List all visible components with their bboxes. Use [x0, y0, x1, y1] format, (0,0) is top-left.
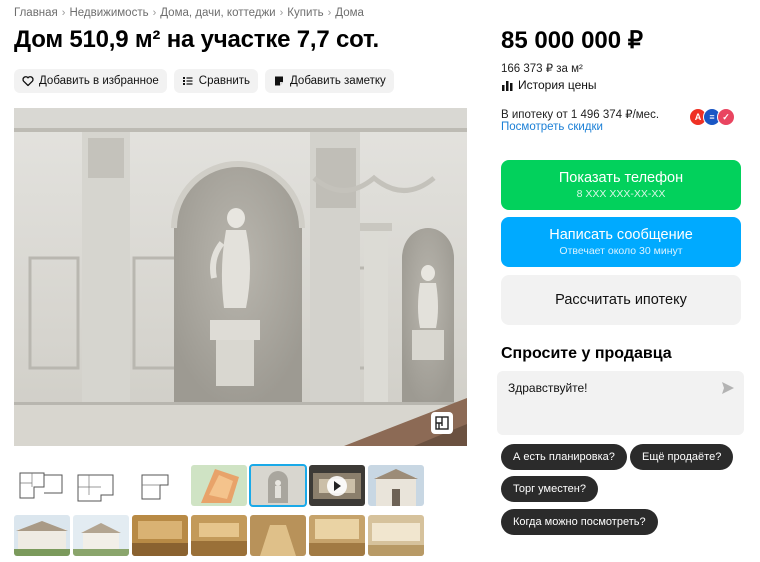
thumbnail-interior-5[interactable]	[368, 515, 424, 556]
thumb-row-1	[14, 464, 434, 507]
question-chip-still-selling[interactable]: Ещё продаёте?	[630, 444, 734, 470]
send-icon[interactable]	[721, 381, 735, 395]
response-time: Отвечает около 30 минут	[559, 245, 683, 257]
ask-seller-input[interactable]: Здравствуйте!	[497, 371, 744, 435]
compare-icon	[182, 75, 194, 87]
thumbnail-exterior-3[interactable]	[73, 515, 129, 556]
thumbnail-interior-3[interactable]	[250, 515, 306, 556]
compare-button[interactable]: Сравнить	[173, 69, 259, 93]
breadcrumb-realty[interactable]: Недвижимость	[69, 7, 148, 19]
phone-number-masked: 8 XXX XXX-XX-XX	[576, 188, 666, 200]
breadcrumb-home[interactable]: Главная	[14, 7, 58, 19]
thumbnail-exterior-1[interactable]	[368, 465, 424, 506]
breadcrumb-buy[interactable]: Купить	[287, 7, 323, 19]
question-chip-bargain[interactable]: Торг уместен?	[501, 476, 598, 502]
calculate-mortgage-button[interactable]: Рассчитать ипотеку	[501, 275, 741, 325]
floorplan-view-button[interactable]	[431, 412, 453, 434]
chevron-right-icon: ›	[152, 7, 157, 19]
question-chip-floorplan[interactable]: А есть планировка?	[501, 444, 627, 470]
calculate-mortgage-label: Рассчитать ипотеку	[555, 292, 687, 308]
house-facade-image	[14, 108, 467, 446]
add-to-favorites-button[interactable]: Добавить в избранное	[14, 69, 167, 93]
chevron-right-icon: ›	[327, 7, 332, 19]
floorplan-icon	[435, 416, 449, 430]
breadcrumb: Главная › Недвижимость › Дома, дачи, кот…	[14, 7, 364, 19]
price-total: 85 000 000 ₽	[501, 27, 644, 54]
show-phone-button[interactable]: Показать телефон 8 XXX XXX-XX-XX	[501, 160, 741, 210]
thumbnail-floorplan-3[interactable]	[132, 465, 188, 506]
play-icon	[327, 475, 347, 496]
note-icon	[273, 75, 285, 87]
thumbnail-floorplan-2[interactable]	[73, 465, 129, 506]
sovcombank-icon: ✓	[717, 108, 735, 126]
ask-seller-input-value: Здравствуйте!	[508, 381, 588, 395]
mortgage-info: В ипотеку от 1 496 374 ₽/мес.	[501, 109, 660, 121]
price-history-link[interactable]: История цены	[501, 78, 597, 92]
add-note-button[interactable]: Добавить заметку	[265, 69, 394, 93]
thumbnail-facade-niche[interactable]	[249, 464, 307, 507]
add-to-favorites-label: Добавить в избранное	[39, 75, 159, 87]
ask-seller-title: Спросите у продавца	[501, 345, 672, 362]
page-title: Дом 510,9 м² на участке 7,7 сот.	[14, 26, 379, 53]
view-discounts-link[interactable]: Посмотреть скидки	[501, 121, 603, 133]
thumbnail-site-plan[interactable]	[191, 465, 247, 506]
thumb-row-2	[14, 515, 434, 556]
breadcrumb-houses[interactable]: Дома	[335, 7, 364, 19]
thumbnail-interior-1[interactable]	[132, 515, 188, 556]
price-history-label: История цены	[518, 78, 597, 92]
write-message-label: Написать сообщение	[549, 227, 693, 243]
chevron-right-icon: ›	[279, 7, 284, 19]
thumbnail-exterior-2[interactable]	[14, 515, 70, 556]
thumbnail-video[interactable]	[309, 465, 365, 506]
chevron-right-icon: ›	[61, 7, 66, 19]
thumbnail-floorplan-1[interactable]	[14, 465, 70, 506]
question-chip-viewing[interactable]: Когда можно посмотреть?	[501, 509, 658, 535]
listing-actions: Добавить в избранное Сравнить Добавить з…	[14, 69, 394, 93]
show-phone-label: Показать телефон	[558, 170, 684, 186]
price-per-sqm: 166 373 ₽ за м²	[501, 63, 583, 75]
heart-icon	[22, 75, 34, 87]
thumbnail-interior-4[interactable]	[309, 515, 365, 556]
add-note-label: Добавить заметку	[290, 75, 386, 87]
thumbnail-interior-2[interactable]	[191, 515, 247, 556]
write-message-button[interactable]: Написать сообщение Отвечает около 30 мин…	[501, 217, 741, 267]
breadcrumb-houses-category[interactable]: Дома, дачи, коттеджи	[160, 7, 275, 19]
main-photo[interactable]	[14, 108, 467, 446]
bank-logos: А ≡ ✓	[689, 108, 735, 126]
bar-chart-icon	[501, 79, 514, 92]
compare-label: Сравнить	[198, 75, 251, 87]
photo-thumbnails	[14, 464, 434, 562]
